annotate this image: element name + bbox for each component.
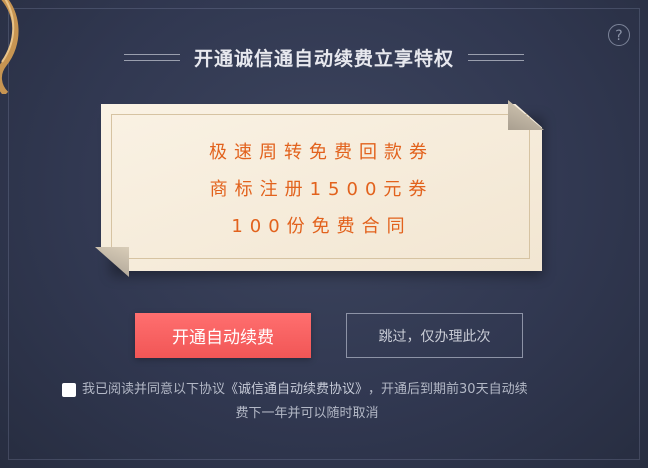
agreement-prefix-text: 我已阅读并同意以下协议 (82, 382, 226, 397)
agreement-suffix-text: ，开通后到期前30天自动续 (368, 382, 528, 397)
benefit-item-free-contracts: 100份免费合同 (231, 216, 412, 237)
agreement-section: 我已阅读并同意以下协议 《诚信通自动续费协议》 ，开通后到期前30天自动续 费下… (62, 378, 622, 426)
enable-auto-renew-button[interactable]: 开通自动续费 (135, 313, 311, 358)
dialog-title: 开通诚信通自动续费立享特权 (193, 47, 454, 70)
agreement-line-1: 我已阅读并同意以下协议 《诚信通自动续费协议》 ，开通后到期前30天自动续 (62, 378, 622, 402)
agreement-checkbox[interactable] (62, 383, 76, 397)
title-divider-right (468, 53, 524, 61)
agreement-link[interactable]: 《诚信通自动续费协议》 (225, 378, 368, 402)
agreement-line-2: 费下一年并可以随时取消 (235, 406, 379, 421)
skip-this-time-button[interactable]: 跳过，仅办理此次 (346, 313, 523, 358)
benefit-item-trademark-coupon: 商标注册1500元券 (209, 179, 434, 200)
title-divider-left (123, 53, 180, 61)
benefits-card: 极速周转免费回款券 商标注册1500元券 100份免费合同 (95, 100, 544, 277)
dialog-header: 开通诚信通自动续费立享特权 (0, 42, 648, 72)
card-paper: 极速周转免费回款券 商标注册1500元券 100份免费合同 (101, 104, 542, 271)
auto-renew-dialog: ? 开通诚信通自动续费立享特权 极速周转免费回款券 商标注册1500元券 100… (0, 0, 648, 468)
benefits-list: 极速周转免费回款券 商标注册1500元券 100份免费合同 (101, 134, 542, 245)
benefit-item-payback-coupon: 极速周转免费回款券 (209, 142, 434, 163)
